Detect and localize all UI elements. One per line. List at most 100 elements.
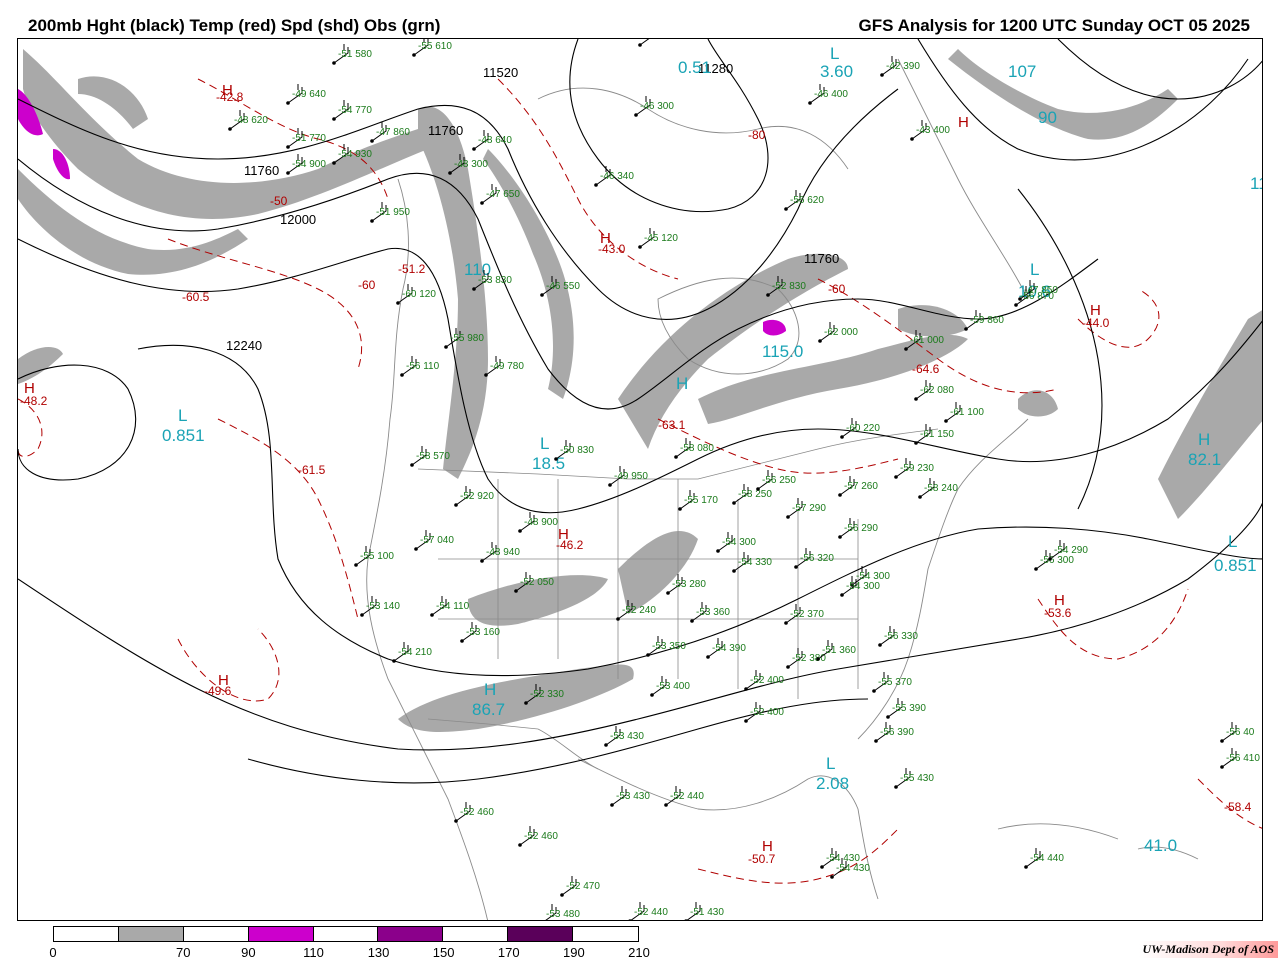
height-label: 11760 [244, 163, 279, 178]
station-dot [524, 701, 528, 705]
center-value: 90 [1038, 108, 1057, 127]
station-obs-text: -54 290 [1054, 545, 1088, 556]
station-obs-text: -54 210 [398, 647, 432, 658]
station-obs-text: -48 620 [234, 115, 268, 126]
station-plot: -52 380 [786, 648, 826, 669]
station-dot [872, 689, 876, 693]
station-obs-text: -54 440 [1030, 853, 1064, 864]
station-obs-text: -48 940 [486, 547, 520, 558]
station-obs-text: -54 430 [836, 863, 870, 874]
station-dot [786, 665, 790, 669]
weather-map: 11520 11760 11760 11760 12000 12240 1128… [17, 38, 1263, 921]
legend-tick-label: 150 [432, 945, 455, 960]
high-center-marker: H [24, 380, 35, 397]
center-value: 41.0 [1144, 836, 1177, 855]
station-dot [732, 569, 736, 573]
legend-tick-label: 0 [49, 945, 57, 960]
station-plot: -53 360 [690, 602, 730, 623]
station-obs-text: -52 050 [520, 577, 554, 588]
station-obs-text: -56 870 [1020, 291, 1054, 302]
station-obs-text: -61 150 [920, 429, 954, 440]
station-obs-text: -55 980 [450, 333, 484, 344]
station-obs-text: -53 480 [546, 909, 580, 920]
station-dot [964, 327, 968, 331]
station-dot [684, 919, 688, 920]
station-plot: -48 940 [480, 542, 520, 563]
station-dot [608, 483, 612, 487]
low-center-marker: L [830, 44, 839, 63]
station-obs-text: -45 120 [644, 233, 678, 244]
station-plot: -53 430 [604, 726, 644, 747]
station-plot: -48 640 [472, 130, 512, 151]
station-dot [674, 455, 678, 459]
station-obs-text: -49 950 [614, 471, 648, 482]
station-obs-text: -48 900 [524, 517, 558, 528]
station-dot [886, 715, 890, 719]
station-dot [716, 549, 720, 553]
high-center-marker: H [1198, 430, 1210, 449]
center-value: 86.7 [472, 700, 505, 719]
station-obs-text: -58 240 [924, 483, 958, 494]
low-center-marker: L [1030, 260, 1039, 279]
station-obs-text: -46 400 [814, 89, 848, 100]
station-obs-text: -55 170 [684, 495, 718, 506]
station-plot: -46 340 [594, 166, 634, 187]
station-obs-text: -54 390 [712, 643, 746, 654]
station-dot [472, 147, 476, 151]
station-plot: -49 950 [608, 466, 648, 487]
height-contour-5 [137, 344, 1262, 677]
station-plot: -55 430 [894, 768, 934, 789]
station-dot [1220, 765, 1224, 769]
station-obs-text: -49 640 [292, 89, 326, 100]
station-plot: -51 770 [286, 128, 326, 149]
station-plot: -54 300 [716, 532, 756, 553]
high-center-marker: H [218, 672, 229, 689]
station-obs-text: -53 160 [466, 627, 500, 638]
temp-label: -58.4 [1224, 800, 1252, 814]
station-plot: -56 110 [400, 356, 440, 377]
station-plot: -52 440 [628, 902, 668, 920]
temp-label: -60.5 [182, 290, 210, 304]
station-dot [594, 183, 598, 187]
station-dot [610, 803, 614, 807]
station-obs-text: -51 360 [822, 645, 856, 656]
station-dot [616, 617, 620, 621]
station-obs-text: -52 400 [750, 675, 784, 686]
legend-tick-label: 110 [303, 945, 324, 960]
station-dot [756, 487, 760, 491]
station-obs-text: -54 930 [338, 149, 372, 160]
temp-contour-3 [217, 418, 359, 620]
station-dot [840, 435, 844, 439]
station-obs-text: -56 110 [406, 361, 440, 372]
station-dot [228, 127, 232, 131]
station-obs-text: -59 230 [900, 463, 934, 474]
station-dot [484, 373, 488, 377]
station-dot [286, 171, 290, 175]
center-value: 11 [1250, 174, 1263, 193]
station-dot [766, 293, 770, 297]
station-plot: -56 320 [794, 548, 834, 569]
station-dot [904, 347, 908, 351]
station-plot: -52 370 [784, 604, 824, 625]
station-dot [786, 515, 790, 519]
station-obs-text: -42 390 [886, 61, 920, 72]
legend-swatch [54, 927, 119, 941]
station-obs-text: -56 320 [800, 553, 834, 564]
station-plot: -54 110 [430, 596, 470, 617]
height-label: 12000 [280, 212, 316, 227]
station-dot [744, 719, 748, 723]
station-dot [400, 373, 404, 377]
station-obs-text: -53 430 [616, 791, 650, 802]
station-obs-text: -48 640 [478, 135, 512, 146]
station-dot [370, 219, 374, 223]
station-plot: -51 430 [684, 902, 724, 920]
station-plot: -62 000 [818, 322, 858, 343]
station-obs-text: -47 860 [376, 127, 410, 138]
height-contour-8 [569, 39, 769, 213]
station-dot [910, 137, 914, 141]
height-contour-9 [917, 39, 1249, 161]
jet-shade-newfoundland [1018, 390, 1058, 417]
station-dot [514, 589, 518, 593]
station-obs-text: -55 430 [900, 773, 934, 784]
station-obs-text: -53 140 [366, 601, 400, 612]
